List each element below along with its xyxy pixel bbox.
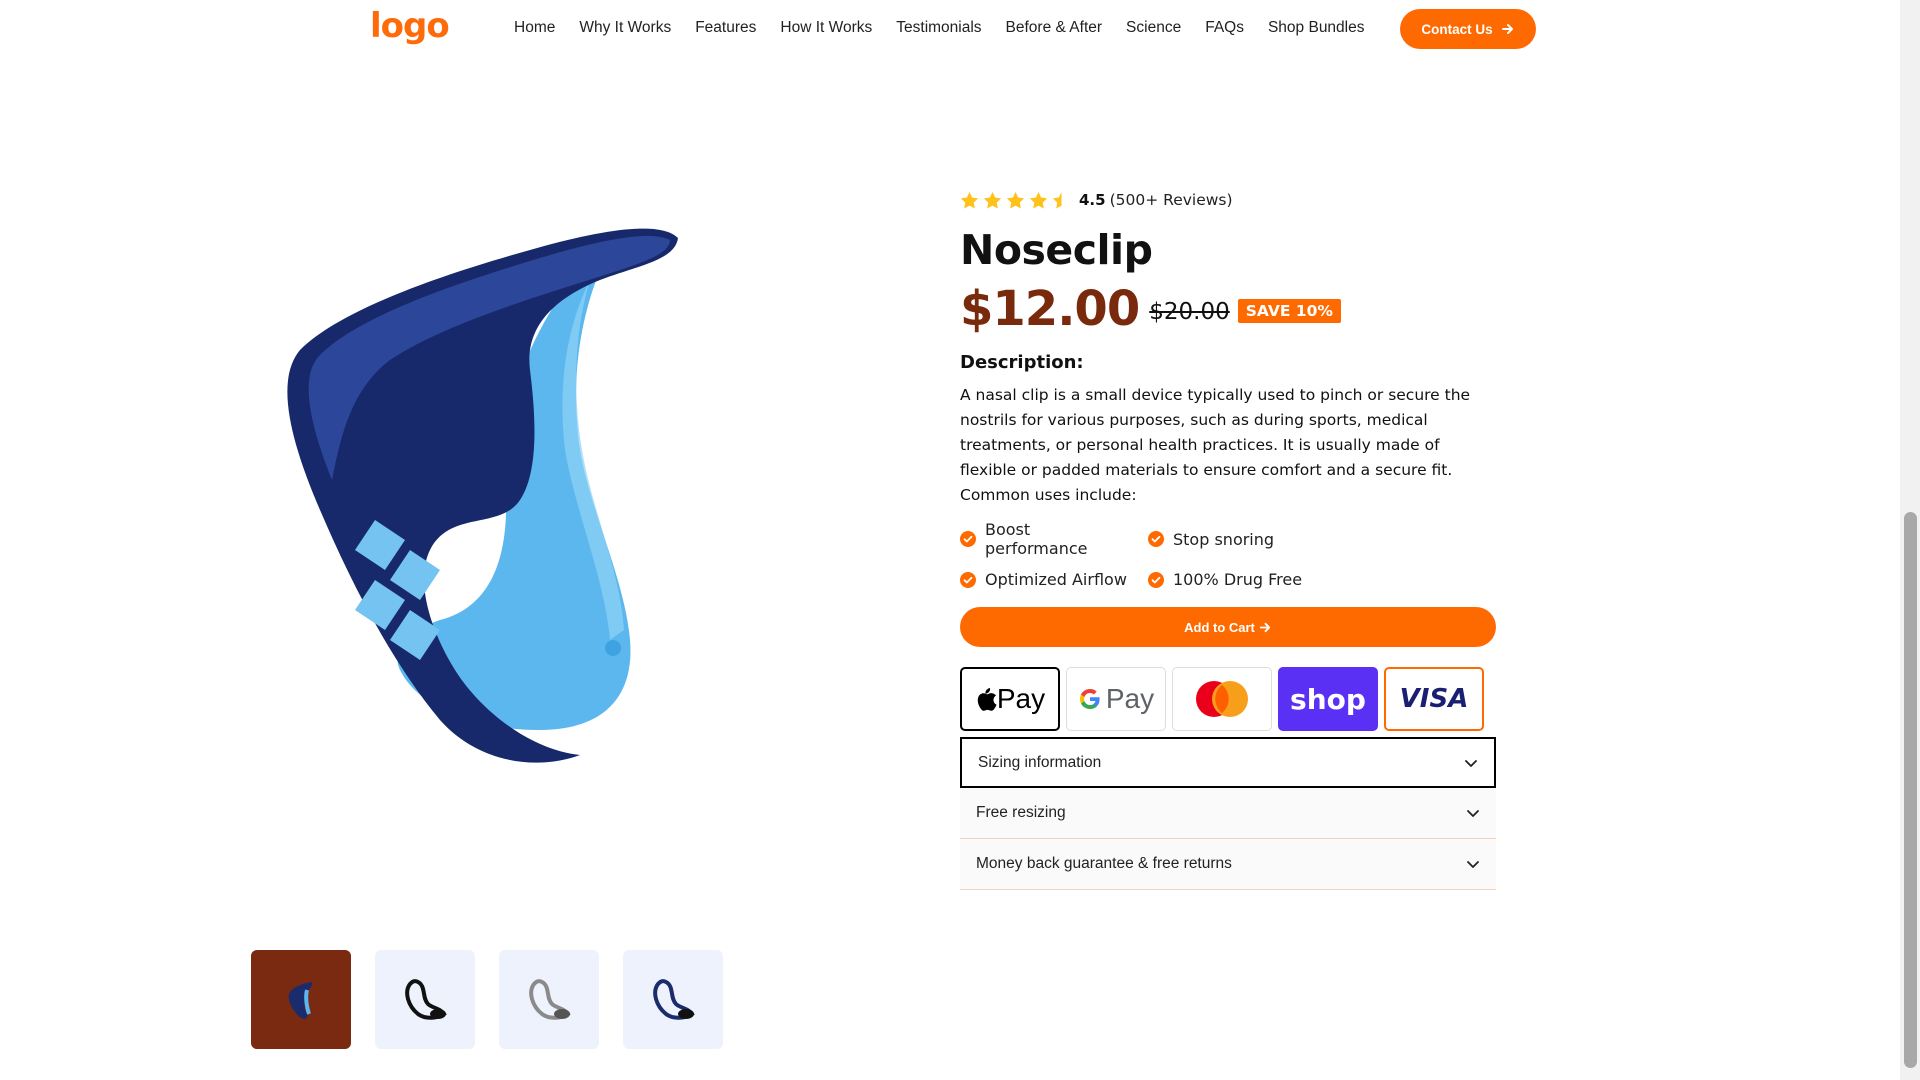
product-main-image: [280, 210, 700, 770]
accordion-free-resizing[interactable]: Free resizing: [960, 788, 1496, 839]
accordion-money-back[interactable]: Money back guarantee & free returns: [960, 839, 1496, 890]
nav-how-it-works[interactable]: How It Works: [780, 19, 872, 37]
current-price: $12.00: [960, 281, 1140, 337]
site-header: logo Home Why It Works Features How It W…: [0, 0, 1900, 60]
accordion-label: Money back guarantee & free returns: [976, 855, 1232, 872]
chevron-down-icon: [1465, 759, 1477, 767]
google-g-icon: [1079, 689, 1100, 709]
accordion-label: Free resizing: [976, 804, 1066, 821]
accordion-label: Sizing information: [978, 753, 1102, 771]
nav-shop-bundles[interactable]: Shop Bundles: [1268, 19, 1365, 37]
feature-item: Optimized Airflow: [960, 570, 1148, 589]
rating-value: 4.5: [1079, 191, 1106, 209]
product-title: Noseclip: [960, 226, 1153, 274]
scrollbar-thumb[interactable]: [1904, 512, 1917, 1068]
google-pay-label: Pay: [1105, 683, 1155, 714]
page-scrollbar[interactable]: [1900, 0, 1920, 1080]
feature-item: Stop snoring: [1148, 520, 1348, 558]
feature-label: Boost performance: [985, 520, 1088, 558]
nav-testimonials[interactable]: Testimonials: [896, 19, 981, 37]
product-info: 4.5 (500+ Reviews) Noseclip $12.00 $20.0…: [960, 186, 1500, 890]
apple-pay-label: Pay: [996, 683, 1046, 714]
arrow-right-icon: [1259, 622, 1271, 632]
check-circle-icon: [960, 531, 976, 547]
contact-us-label: Contact Us: [1421, 21, 1493, 37]
star-icon: [960, 191, 979, 208]
thumbnail-1[interactable]: [251, 950, 351, 1049]
check-circle-icon: [1148, 571, 1164, 588]
contact-us-button[interactable]: Contact Us: [1400, 9, 1536, 49]
star-icon: [1029, 191, 1048, 208]
feature-label: Stop snoring: [1173, 529, 1275, 549]
add-to-cart-button[interactable]: Add to Cart: [960, 607, 1496, 647]
rating-stars: [960, 191, 1071, 210]
visa-label: VISA: [1399, 684, 1469, 714]
nav-before-after[interactable]: Before & After: [1006, 19, 1103, 37]
thumbnail-strip: [251, 950, 723, 1049]
rating-count[interactable]: (500+ Reviews): [1110, 191, 1233, 209]
thumbnail-2[interactable]: [375, 950, 475, 1049]
description-title: Description:: [960, 352, 1084, 373]
visa-button[interactable]: VISA: [1384, 667, 1484, 731]
nav-faqs[interactable]: FAQs: [1205, 19, 1244, 37]
arrow-right-icon: [1501, 24, 1513, 34]
mastercard-icon: [1196, 681, 1248, 717]
nav-home[interactable]: Home: [514, 19, 555, 37]
feature-label: 100% Drug Free: [1173, 570, 1303, 589]
feature-item: Boost performance: [960, 520, 1148, 558]
check-circle-icon: [960, 571, 976, 588]
feature-list: Boost performance Stop snoring Optimized…: [960, 520, 1500, 589]
star-icon: [1006, 191, 1025, 208]
add-to-cart-label: Add to Cart: [1184, 619, 1255, 635]
price-row: $12.00 $20.00 SAVE 10%: [960, 280, 1500, 338]
logo[interactable]: logo: [370, 6, 450, 46]
thumbnail-4[interactable]: [623, 950, 723, 1049]
thumbnail-3[interactable]: [499, 950, 599, 1049]
check-circle-icon: [1148, 531, 1164, 547]
shop-pay-label: shop: [1290, 682, 1366, 716]
nav-why-it-works[interactable]: Why It Works: [579, 19, 671, 37]
rating: 4.5 (500+ Reviews): [960, 186, 1500, 214]
chevron-down-icon: [1467, 861, 1479, 868]
shop-pay-button[interactable]: shop: [1278, 667, 1378, 731]
save-badge: SAVE 10%: [1237, 299, 1341, 323]
feature-label: Optimized Airflow: [985, 570, 1127, 589]
mastercard-button[interactable]: [1172, 667, 1272, 731]
apple-pay-button[interactable]: Pay: [960, 667, 1060, 731]
apple-icon: [977, 688, 997, 711]
payment-methods: Pay Pay shop VISA: [960, 667, 1500, 731]
old-price: $20.00: [1149, 299, 1230, 325]
info-accordion: Sizing information Free resizing Money b…: [960, 737, 1496, 890]
chevron-down-icon: [1467, 810, 1479, 817]
nav-features[interactable]: Features: [695, 19, 756, 37]
accordion-sizing[interactable]: Sizing information: [960, 737, 1496, 788]
star-half-icon: [1052, 191, 1071, 208]
nav-science[interactable]: Science: [1126, 19, 1181, 37]
description-text: A nasal clip is a small device typically…: [960, 386, 1471, 504]
feature-item: 100% Drug Free: [1148, 570, 1348, 589]
star-icon: [983, 191, 1002, 208]
google-pay-button[interactable]: Pay: [1066, 667, 1166, 731]
main-nav: Home Why It Works Features How It Works …: [514, 19, 1389, 37]
